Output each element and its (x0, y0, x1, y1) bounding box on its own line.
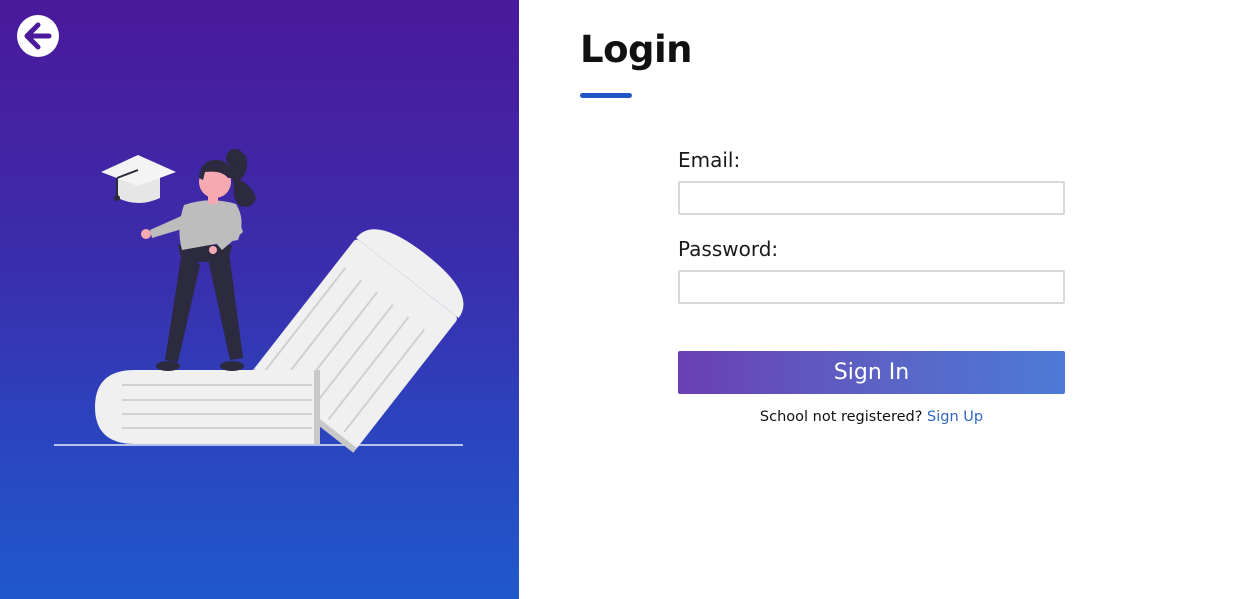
login-page: Login Email: Password: Sign In School no… (0, 0, 1234, 599)
email-field[interactable] (678, 181, 1065, 215)
graduation-cap (101, 155, 176, 203)
sign-in-button[interactable]: Sign In (678, 351, 1065, 394)
sign-up-link[interactable]: Sign Up (927, 409, 983, 425)
password-field[interactable] (678, 270, 1065, 304)
graduate-on-books-illustration (54, 149, 464, 453)
login-panel: Login Email: Password: Sign In School no… (519, 0, 1234, 599)
lying-book (95, 370, 320, 444)
signup-prompt-row: School not registered? Sign Up (678, 409, 1065, 425)
title-underline (580, 93, 632, 98)
password-label: Password: (678, 237, 779, 261)
signup-prompt-text: School not registered? (759, 409, 928, 425)
email-label: Email: (678, 148, 741, 172)
illustration-panel (0, 0, 519, 599)
page-title: Login (580, 28, 693, 71)
